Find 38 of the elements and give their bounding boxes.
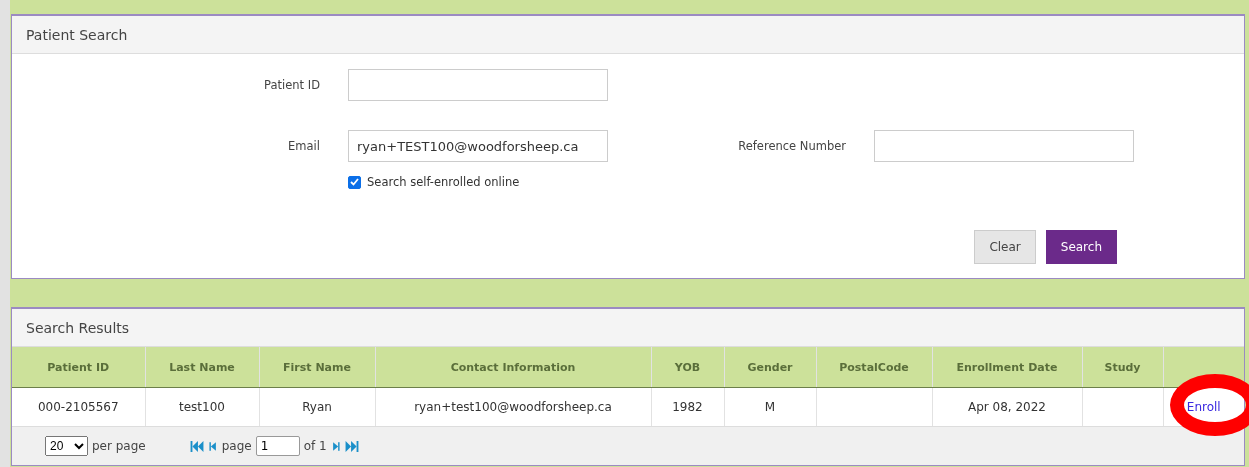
last-page-icon[interactable]	[344, 440, 359, 452]
column-header: Patient ID	[12, 347, 145, 388]
first-page-icon[interactable]	[189, 440, 204, 452]
column-header: PostalCode	[816, 347, 932, 388]
checkbox[interactable]	[348, 175, 361, 189]
clear-button[interactable]: Clear	[974, 230, 1036, 264]
column-header: Gender	[724, 347, 816, 388]
page-count: of 1	[303, 439, 327, 453]
table-cell: Apr 08, 2022	[932, 387, 1082, 427]
table-cell: 1982	[651, 387, 724, 427]
checkbox-label: Search self-enrolled online	[367, 175, 520, 189]
previous-page-icon[interactable]	[207, 440, 218, 452]
column-header: Study	[1082, 347, 1163, 388]
page-label: page	[221, 439, 252, 453]
column-header: First Name	[259, 347, 375, 388]
table-cell: ryan+test100@woodforsheep.ca	[375, 387, 651, 427]
column-header: YOB	[651, 347, 724, 388]
column-header: Last Name	[145, 347, 259, 388]
table-cell: M	[724, 387, 816, 427]
input-field[interactable]	[874, 130, 1134, 162]
page-number-field[interactable]: 1	[255, 436, 300, 456]
reference-number-label: Reference Number	[737, 139, 846, 153]
input-field[interactable]: ryan+TEST100@woodforsheep.ca	[348, 130, 608, 162]
column-header: Contact Information	[375, 347, 651, 388]
next-page-icon[interactable]	[330, 440, 341, 452]
patient-id-label: Patient ID	[263, 78, 320, 92]
table-cell: 000-2105567	[12, 387, 145, 427]
page-size-select[interactable]: 20	[45, 436, 88, 456]
panel-title: Search Results	[12, 309, 1244, 347]
search-button[interactable]: Search	[1045, 230, 1117, 264]
panel-title: Patient Search	[12, 16, 1244, 54]
table-cell: test100	[145, 387, 259, 427]
enroll-link[interactable]: Enroll	[1186, 400, 1221, 414]
input-field[interactable]	[348, 69, 608, 101]
column-header: Enrollment Date	[932, 347, 1082, 388]
email-label: Email	[287, 139, 320, 153]
per-page-label: per page	[92, 439, 146, 453]
table-cell: Ryan	[259, 387, 375, 427]
